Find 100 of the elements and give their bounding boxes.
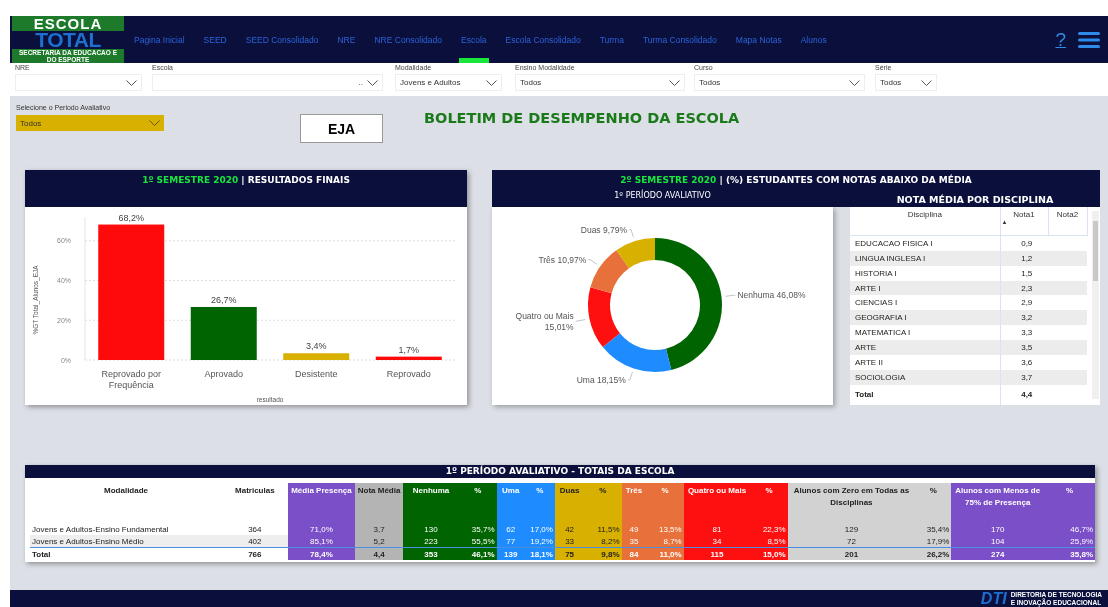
category-label: Reprovado por Frequência: [101, 369, 161, 390]
nav-tab[interactable]: Mapa Notas: [733, 16, 784, 63]
table-cell: 17,0%: [524, 523, 555, 535]
table-cell: 402: [222, 535, 288, 548]
column-header: Quatro ou Mais: [683, 483, 751, 523]
table-cell: 5,2: [355, 535, 403, 548]
column-header: %: [915, 483, 952, 523]
chart-title: 1º PERÍODO AVALIATIVO: [613, 190, 712, 202]
table-cell: 25,9%: [1044, 535, 1095, 548]
table-cell: Jovens e Adultos-Ensino Médio: [30, 535, 223, 548]
filter-dropdown[interactable]: Jovens e Adultos: [395, 74, 502, 91]
column-header: Média Presença: [287, 483, 356, 523]
help-link[interactable]: ?: [1055, 28, 1066, 51]
table-title: NOTA MÉDIA POR DISCIPLINA: [895, 193, 1055, 207]
chevron-down-icon: [126, 79, 137, 86]
table-cell: 62: [496, 523, 525, 535]
footer-logo: DTI: [980, 590, 1007, 607]
table-cell: 3,5: [1000, 340, 1048, 355]
column-header: Uma: [496, 483, 525, 523]
category-label: Aprovado: [204, 369, 243, 379]
period-dropdown[interactable]: Todos: [16, 115, 164, 131]
menu-icon[interactable]: [1078, 31, 1100, 48]
filter-dropdown[interactable]: [15, 74, 142, 91]
page-title: BOLETIM DE DESEMPENHO DA ESCOLA: [424, 110, 740, 126]
modality-badge: EJA: [300, 114, 383, 143]
table-cell: 78,4%: [287, 547, 356, 560]
column-header[interactable]: Disciplina: [850, 207, 1000, 236]
nav-tab[interactable]: NRE Consolidado: [372, 16, 444, 63]
table-cell: 18,1%: [524, 547, 555, 560]
table-cell: 17,9%: [915, 535, 952, 548]
table-cell: 35,8%: [1044, 547, 1095, 560]
table-cell: 85,1%: [287, 535, 356, 548]
card-title: 2º SEMESTRE 2020 | (%) ESTUDANTES COM NOTAS ABAIXO DA MÉDIA: [620, 175, 972, 187]
table-cell: 71,0%: [287, 523, 356, 535]
column-header: Alunos com Menos de 75% de Presença: [951, 483, 1045, 523]
table-cell: 130: [402, 523, 460, 535]
table-cell: 34: [683, 535, 751, 548]
table-cell: 22,3%: [750, 523, 788, 535]
chevron-down-icon: [367, 79, 378, 86]
card-title: 1º SEMESTRE 2020 | RESULTADOS FINAIS: [142, 175, 350, 187]
nav-tab[interactable]: Alunos: [798, 16, 829, 63]
table-cell: GEOGRAFIA I: [850, 310, 1000, 326]
filter-dropdown[interactable]: Todos: [875, 74, 937, 91]
data-label: 26,7%: [211, 294, 237, 305]
table-cell: 81: [683, 523, 751, 535]
table-cell: 364: [222, 523, 288, 535]
nav-tab[interactable]: SEED Consolidado: [243, 16, 321, 63]
column-header: Duas: [554, 483, 585, 523]
nav-tab[interactable]: NRE: [335, 16, 358, 63]
table-cell: 201: [787, 547, 916, 560]
table-cell: 2,9: [1000, 295, 1048, 311]
chevron-down-icon: [921, 79, 932, 86]
table-cell: 223: [402, 535, 460, 548]
table-cell: 15,0%: [750, 547, 788, 560]
table-cell: 84: [621, 547, 647, 560]
table-cell: Total: [850, 384, 1000, 405]
column-header: %: [459, 483, 497, 523]
nav-tab[interactable]: Escola Consolidado: [503, 16, 583, 63]
column-header: Três: [621, 483, 647, 523]
table-cell: 766: [222, 547, 288, 560]
table-cell: 46,1%: [459, 547, 497, 560]
chevron-down-icon: [669, 79, 680, 86]
table-cell: 8,2%: [584, 535, 622, 548]
category-label: Reprovado: [386, 369, 431, 379]
table-cell: 11,5%: [584, 523, 622, 535]
nav-tab[interactable]: Turma Consolidado: [640, 16, 719, 63]
category-label: Desistente: [295, 369, 338, 379]
leader-line: [725, 294, 736, 297]
nav-tab[interactable]: SEED: [201, 16, 229, 63]
data-label: 68,2%: [118, 212, 144, 223]
table-cell: 353: [402, 547, 460, 560]
table-cell: 115: [683, 547, 751, 560]
leader-line: [628, 229, 634, 238]
table-cell: 3,7: [355, 523, 403, 535]
leader-line: [627, 371, 633, 381]
filter-dropdown[interactable]: ..: [152, 74, 383, 91]
column-header: %: [646, 483, 684, 523]
scrollbar[interactable]: [1091, 211, 1099, 399]
logo-wordmark: TOTAL: [35, 31, 101, 49]
filter-dropdown[interactable]: Todos: [515, 74, 685, 91]
table-cell: CIENCIAS I: [850, 295, 1000, 311]
table-cell: 72: [787, 535, 916, 548]
nav-tab[interactable]: Turma: [597, 16, 626, 63]
chevron-down-icon: [849, 79, 860, 86]
slice-label: Três 10,97%: [538, 254, 587, 265]
slice-label: Uma 18,15%: [576, 374, 626, 385]
table-cell: 49: [621, 523, 647, 535]
table-cell: 77: [496, 535, 525, 548]
slice-label: Duas 9,79%: [580, 224, 628, 235]
data-label: 1,7%: [398, 344, 419, 355]
table-cell: 19,2%: [524, 535, 555, 548]
column-header: %: [750, 483, 788, 523]
logo-title: ESCOLA: [12, 16, 124, 31]
table-cell: 9,8%: [584, 547, 622, 560]
column-header[interactable]: Nota2: [1048, 207, 1087, 236]
filter-dropdown[interactable]: Todos: [694, 74, 865, 91]
slice-label: Nenhuma 46,08%: [737, 290, 806, 301]
table-cell: Total: [30, 547, 223, 560]
nav-tab[interactable]: Pagina Inicial: [132, 16, 187, 63]
table-cell: 8,5%: [750, 535, 788, 548]
